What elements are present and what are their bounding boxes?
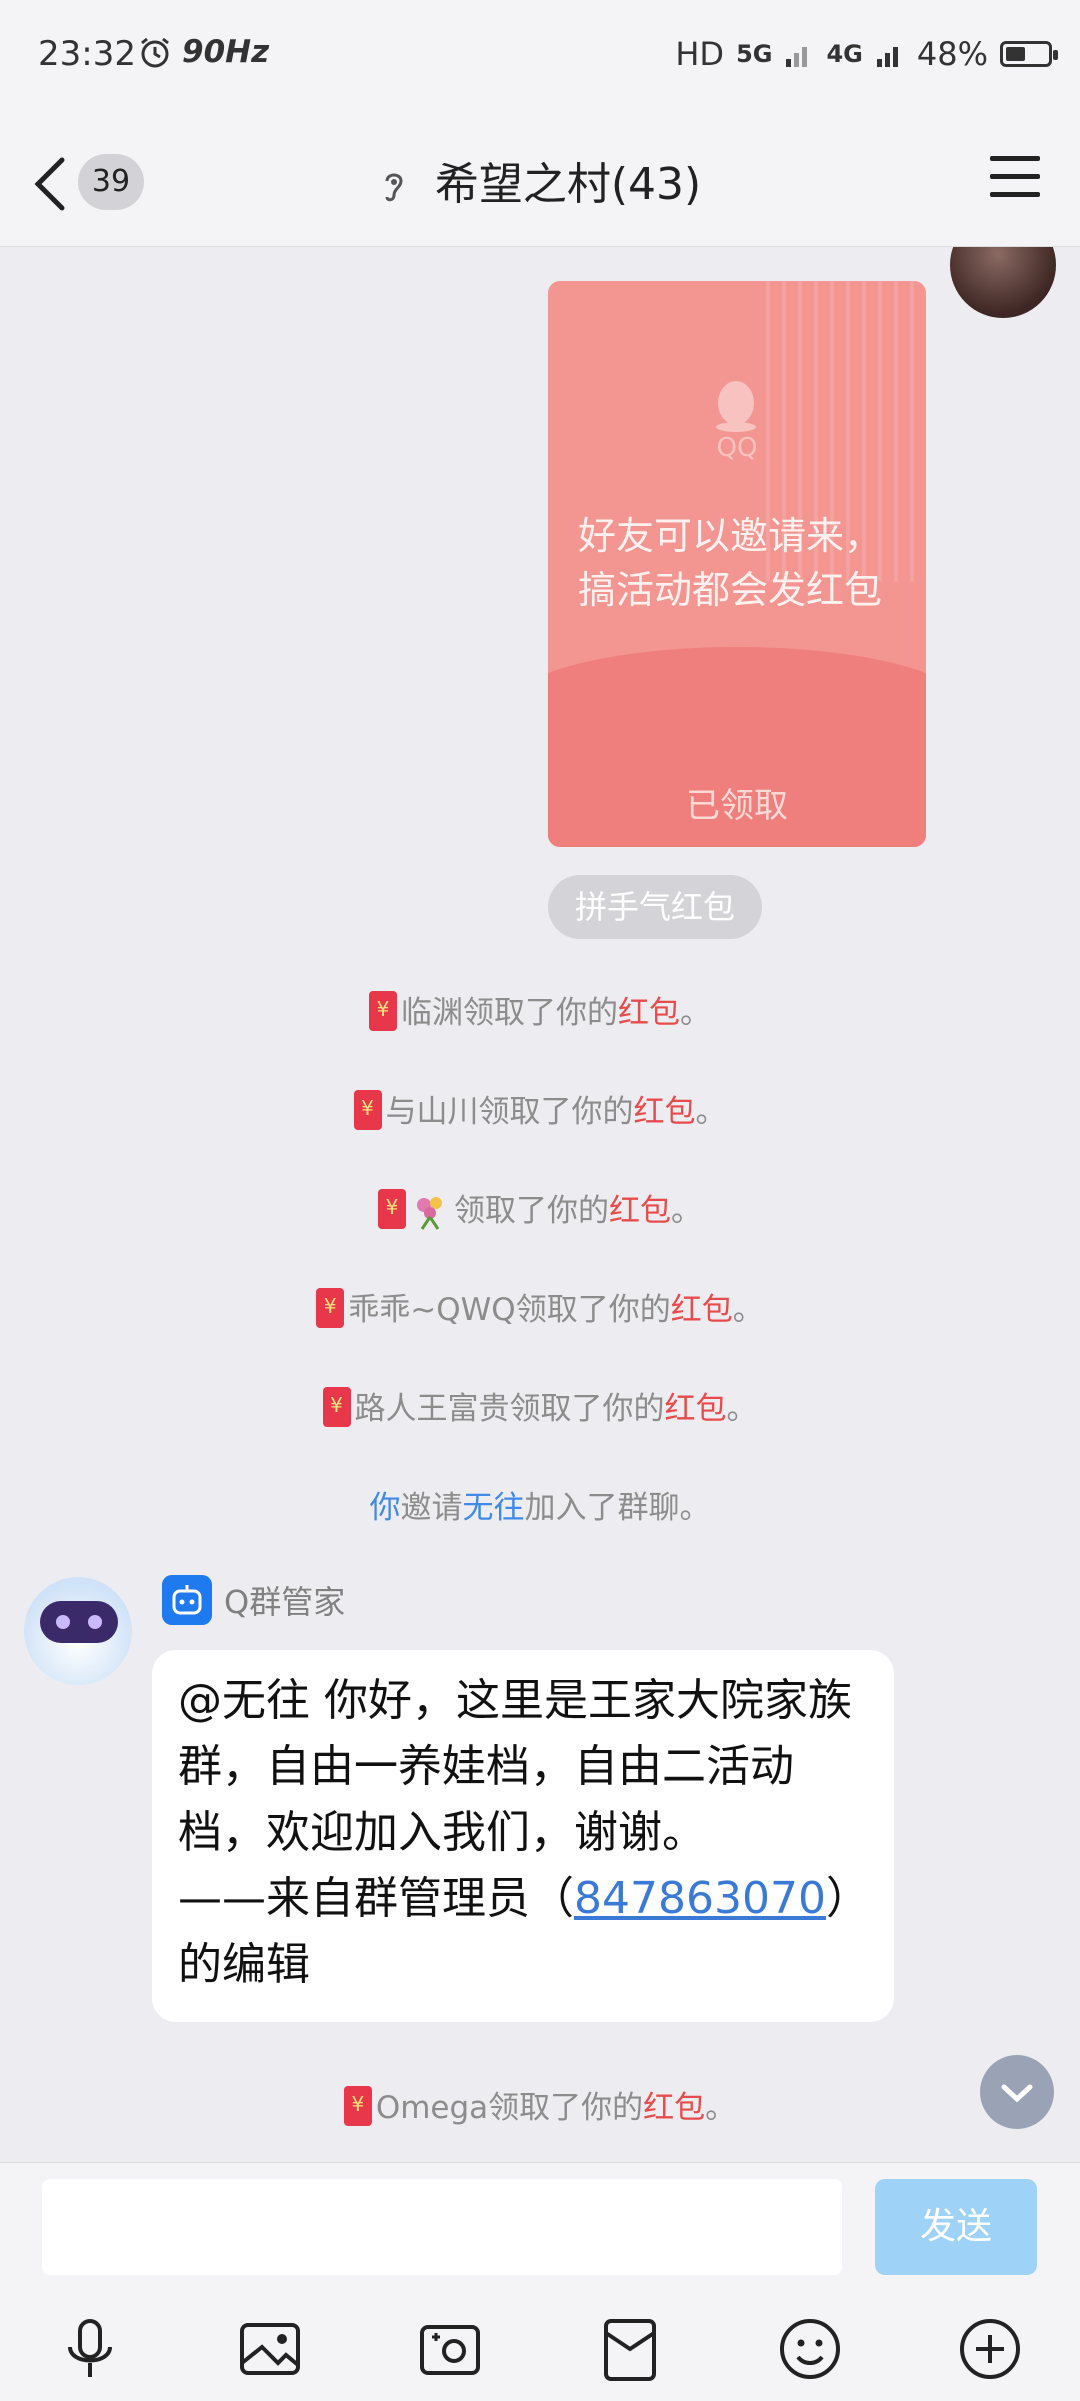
red-packet-message: 好友可以邀请来，搞活动都会发红包	[578, 514, 883, 612]
status-bar: 23:32 90Hz HD 5G 4G 48%	[0, 0, 1080, 110]
red-packet-icon	[353, 1090, 382, 1130]
message-bubble[interactable]: @无往 你好，这里是王家大院家族群，自由一养娃档，自由二活动档，欢迎加入我们，谢…	[152, 1650, 894, 2022]
red-packet-icon	[378, 1189, 406, 1229]
refresh-rate: 90Hz	[182, 34, 270, 70]
network-5g: 5G	[736, 40, 773, 68]
microphone-icon[interactable]	[54, 2313, 126, 2385]
chat-title[interactable]: 希望之村(43)	[0, 148, 1080, 212]
packet-link[interactable]: 红包	[671, 1292, 733, 1328]
camera-icon[interactable]	[414, 2313, 486, 2385]
battery-icon	[1000, 41, 1058, 67]
menu-icon	[990, 156, 1040, 161]
menu-button[interactable]	[990, 156, 1040, 200]
system-message: 路人王富贵领取了你的红包。	[0, 1383, 1080, 1428]
message-input[interactable]	[42, 2179, 842, 2275]
system-message: Omega领取了你的红包。	[0, 2082, 1080, 2127]
packet-type-label: 拼手气红包	[548, 875, 762, 939]
qq-penguin-icon	[716, 381, 756, 432]
plus-icon[interactable]	[954, 2313, 1026, 2385]
chevron-down-icon	[1001, 2084, 1033, 2103]
invitee-link[interactable]: 无往	[463, 1490, 525, 1526]
battery-percent: 48%	[916, 35, 988, 73]
group-name: 希望之村(43)	[434, 159, 702, 210]
admin-id-link[interactable]: 847863070	[574, 1873, 826, 1924]
qq-logo-text: QQ	[716, 433, 758, 463]
system-message: 乖乖~QWQ领取了你的红包。	[0, 1284, 1080, 1329]
inviter-link[interactable]: 你	[370, 1490, 401, 1526]
chat-area[interactable]: QQ 好友可以邀请来，搞活动都会发红包 已领取 拼手气红包 临渊领取了你的红包。…	[0, 247, 1080, 2162]
signal-icon	[876, 47, 898, 67]
input-bar: 发送	[0, 2162, 1080, 2401]
avatar[interactable]	[950, 247, 1056, 318]
red-packet-icon[interactable]	[594, 2313, 666, 2385]
robot-face-icon	[40, 1601, 118, 1643]
system-message: 与山川领取了你的红包。	[0, 1086, 1080, 1131]
robot-icon	[162, 1575, 212, 1625]
packet-link[interactable]: 红包	[634, 1094, 696, 1130]
message-text: @无往 你好，这里是王家大院家族群，自由一养娃档，自由二活动档，欢迎加入我们，谢…	[178, 1675, 870, 1990]
bot-avatar[interactable]	[24, 1577, 132, 1685]
packet-link[interactable]: 红包	[665, 1391, 727, 1427]
chat-header: 39 希望之村(43)	[0, 110, 1080, 247]
send-button[interactable]: 发送	[875, 2179, 1037, 2275]
toolbar	[0, 2313, 1080, 2393]
packet-link[interactable]: 红包	[618, 995, 680, 1031]
emoji-icon[interactable]	[774, 2313, 846, 2385]
alarm-icon	[141, 37, 169, 68]
invite-message: 你邀请无往加入了群聊。	[369, 1490, 711, 1526]
red-packet-card[interactable]: QQ 好友可以邀请来，搞活动都会发红包 已领取	[548, 281, 926, 847]
status-indicators: HD 5G 4G 48%	[675, 30, 1058, 78]
system-message: 临渊领取了你的红包。	[0, 987, 1080, 1032]
sender-name: Q群管家	[224, 1583, 346, 1621]
scroll-down-button[interactable]	[980, 2055, 1054, 2129]
network-4g: 4G	[826, 40, 863, 68]
packet-link[interactable]: 红包	[643, 2090, 705, 2126]
red-packet-icon	[322, 1387, 351, 1427]
signal-icon	[786, 47, 808, 67]
system-message: 领取了你的红包。	[0, 1185, 1080, 1231]
image-icon[interactable]	[234, 2313, 306, 2385]
red-packet-icon	[343, 2086, 372, 2126]
red-packet-icon	[316, 1288, 345, 1328]
hd-label: HD	[675, 35, 725, 73]
flower-bouquet-icon	[417, 1197, 442, 1230]
red-packet-status: 已领取	[686, 786, 788, 826]
red-packet-icon	[369, 991, 397, 1031]
status-time: 23:32	[38, 34, 136, 74]
ear-icon	[385, 173, 403, 202]
packet-link[interactable]: 红包	[609, 1193, 671, 1229]
